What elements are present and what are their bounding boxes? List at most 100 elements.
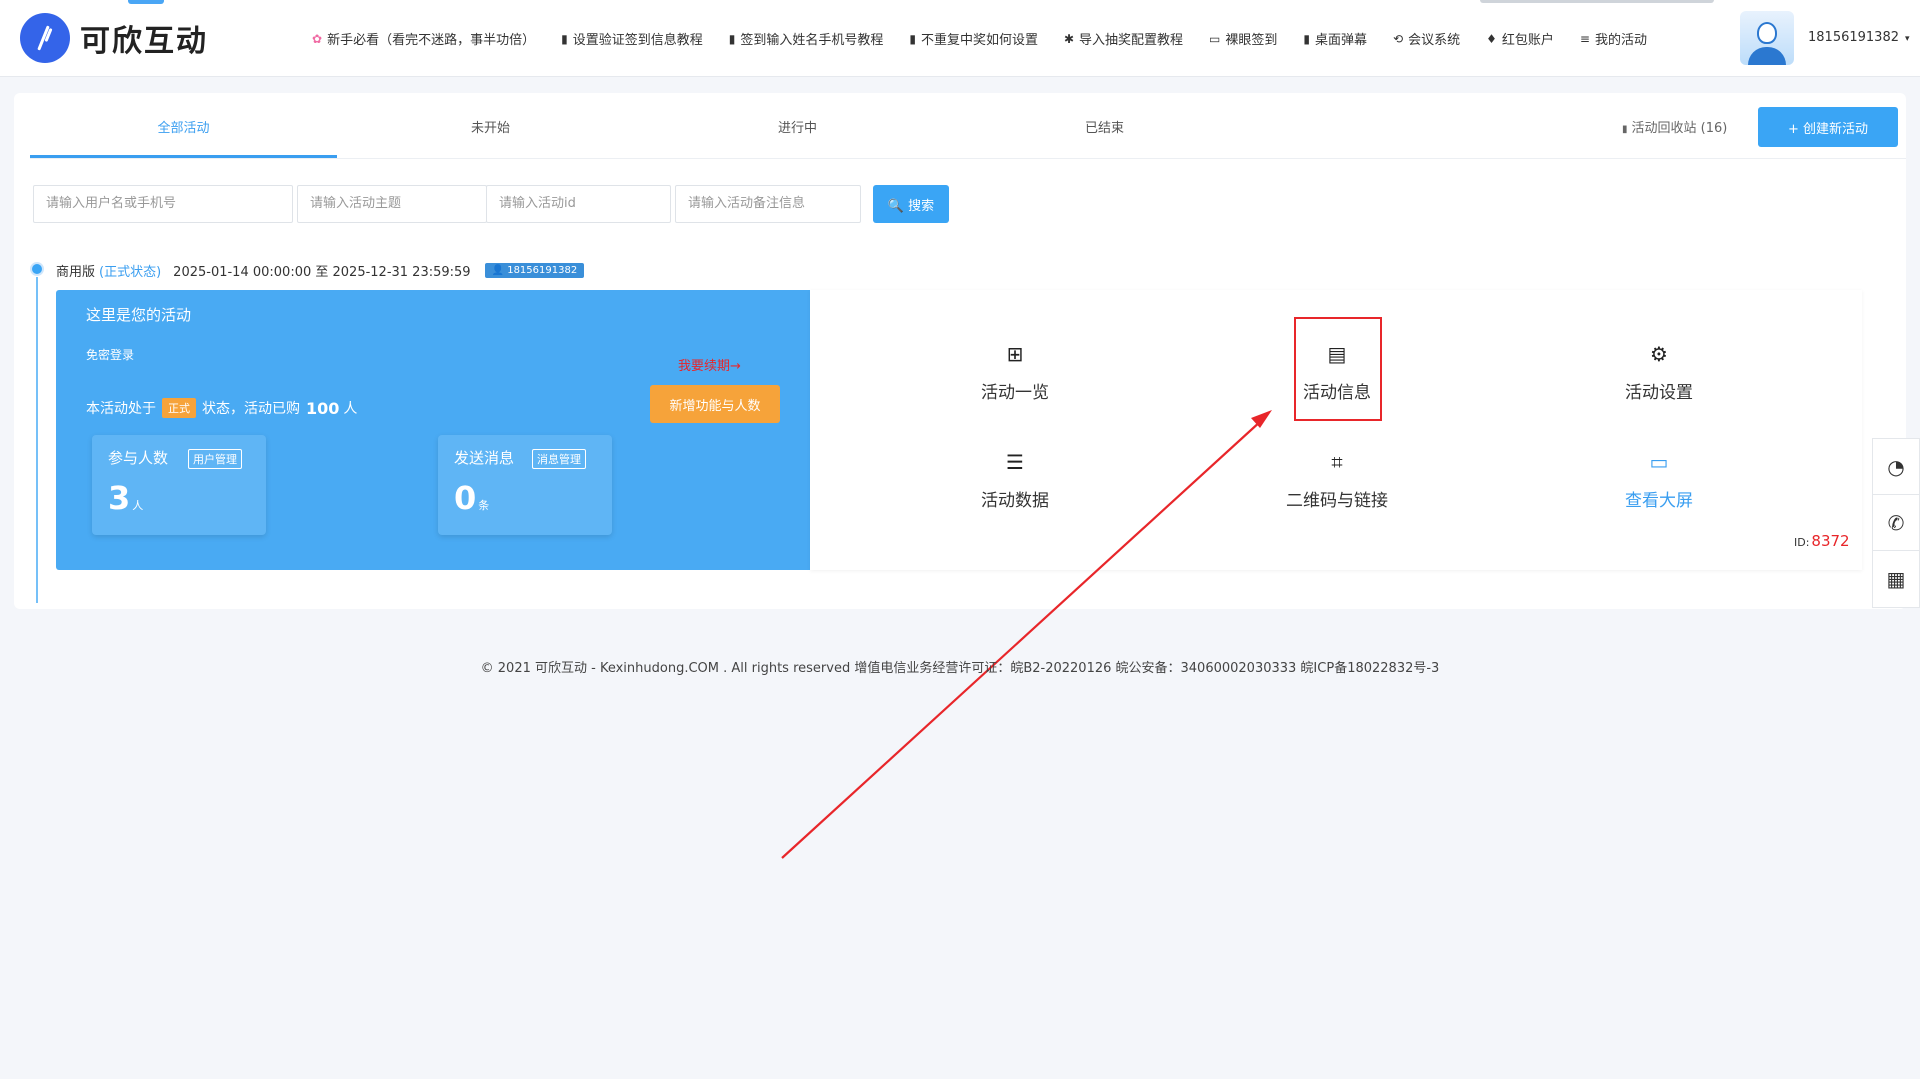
avatar[interactable] — [1740, 11, 1794, 65]
brand-logo[interactable]: 可欣互动 — [20, 13, 208, 63]
purchased-count: 100 — [306, 398, 340, 418]
status-prefix: 本活动处于 — [86, 401, 156, 417]
activity-id-label: ID: — [1794, 536, 1810, 549]
document-icon: ▮ — [1303, 31, 1310, 46]
side-float-toolbar: ◔ ✆ ▦ — [1872, 438, 1920, 608]
highlight-box — [1294, 317, 1382, 421]
activity-meta: 商用版 (正式状态) 2025-01-14 00:00:00 至 2025-12… — [56, 261, 585, 280]
nav-links: ✿ 新手必看（看完不迷路，事半功倍） ▮ 设置验证签到信息教程 ▮ 签到输入姓名手机号… — [312, 29, 1673, 49]
participants-label: 参与人数 — [108, 449, 169, 467]
participants-count: 3人 — [108, 479, 143, 517]
footer-copyright: © 2021 可欣互动 - Kexinhudong.COM . All righ… — [480, 661, 1440, 676]
function-data[interactable]: ☰ 活动数据 — [935, 450, 1095, 511]
function-label: 活动数据 — [981, 491, 1049, 511]
tab-ended[interactable]: 已结束 — [951, 117, 1258, 136]
activity-time: 2025-01-14 00:00:00 至 2025-12-31 23:59:5… — [173, 265, 471, 280]
tabs-divider — [30, 158, 1906, 159]
function-qrcode-link[interactable]: ⌗ 二维码与链接 — [1257, 450, 1417, 511]
nav-link-no-repeat[interactable]: ▮ 不重复中奖如何设置 — [909, 29, 1038, 49]
activity-title: 这里是您的活动 — [86, 306, 192, 324]
nav-link-redpacket[interactable]: ♦ 红包账户 — [1486, 29, 1554, 49]
monitor-icon: ▭ — [1209, 31, 1221, 46]
user-phone: 18156191382 — [1808, 30, 1899, 45]
nav-link-verify-tutorial[interactable]: ▮ 设置验证签到信息教程 — [561, 29, 703, 49]
login-mode: 免密登录 — [86, 348, 135, 362]
gem-icon: ♦ — [1486, 31, 1497, 46]
participants-card: 参与人数 用户管理 3人 — [92, 435, 266, 535]
brand-name: 可欣互动 — [80, 24, 208, 59]
activity-id-value: 8372 — [1811, 532, 1850, 550]
tab-not-started[interactable]: 未开始 — [337, 117, 644, 136]
list-icon: ≡ — [1579, 31, 1590, 46]
recycle-bin-link[interactable]: ▮ 活动回收站 (16) — [1622, 117, 1727, 136]
user-menu[interactable]: 18156191382 ▾ — [1808, 30, 1910, 45]
message-management-button[interactable]: 消息管理 — [532, 449, 586, 469]
nav-link-label: 设置验证签到信息教程 — [572, 33, 703, 48]
user-management-button[interactable]: 用户管理 — [188, 449, 242, 469]
chevron-down-icon: ▾ — [1904, 34, 1910, 44]
gear-icon: ⚙ — [1650, 342, 1668, 366]
nav-link-label: 红包账户 — [1501, 33, 1554, 48]
timeline-line — [36, 277, 38, 603]
function-label: 活动一览 — [981, 383, 1049, 403]
nav-link-newbie[interactable]: ✿ 新手必看（看完不迷路，事半功倍） — [312, 29, 536, 49]
search-note-input[interactable]: 请输入活动备注信息 — [675, 185, 861, 223]
nav-link-label: 不重复中奖如何设置 — [920, 33, 1038, 48]
add-feature-button[interactable]: 新增功能与人数 — [650, 385, 780, 423]
search-theme-input[interactable]: 请输入活动主题 — [297, 185, 487, 223]
document-icon: ▮ — [728, 31, 736, 46]
owner-badge: 👤 18156191382 — [484, 263, 585, 278]
document-icon: ▮ — [561, 31, 568, 46]
activity-status: 本活动处于 正式 状态，活动已购 100 人 — [86, 398, 357, 418]
nav-link-desktop-danmaku[interactable]: ▮ 桌面弹幕 — [1303, 29, 1368, 49]
nav-link-label: 会议系统 — [1408, 33, 1461, 48]
nav-link-signin-tutorial[interactable]: ▮ 签到输入姓名手机号教程 — [728, 29, 884, 49]
qq-icon[interactable]: ◔ — [1873, 439, 1919, 495]
activity-state[interactable]: (正式状态) — [99, 261, 161, 280]
tab-in-progress[interactable]: 进行中 — [644, 117, 951, 136]
participants-value: 3 — [108, 479, 131, 517]
search-button[interactable]: 🔍 搜索 — [873, 185, 949, 223]
renew-link[interactable]: 我要续期→ — [678, 355, 741, 374]
messages-label: 发送消息 — [454, 449, 515, 467]
asterisk-icon: ✱ — [1063, 31, 1075, 46]
messages-unit: 条 — [478, 499, 490, 512]
top-navigation-bar: 可欣互动 ✿ 新手必看（看完不迷路，事半功倍） ▮ 设置验证签到信息教程 ▮ 签到输入… — [0, 0, 1920, 77]
trash-icon: ▮ — [1622, 124, 1628, 135]
nav-link-label: 新手必看（看完不迷路，事半功倍） — [327, 33, 536, 48]
tab-all[interactable]: 全部活动 — [30, 117, 337, 136]
nav-link-label: 桌面弹幕 — [1315, 33, 1368, 48]
phone-icon[interactable]: ✆ — [1873, 495, 1919, 551]
participants-unit: 人 — [132, 499, 144, 512]
top-stub-bar — [1480, 0, 1714, 3]
database-icon: ☰ — [1006, 450, 1024, 474]
function-big-screen[interactable]: ▭ 查看大屏 — [1579, 450, 1739, 511]
function-label: 二维码与链接 — [1286, 491, 1388, 511]
activity-summary-panel: 这里是您的活动 免密登录 我要续期→ 本活动处于 正式 状态，活动已购 100 … — [56, 290, 810, 570]
qrcode-icon[interactable]: ▦ — [1873, 551, 1919, 607]
flower-icon: ✿ — [312, 31, 323, 46]
sync-icon: ⟲ — [1393, 31, 1404, 46]
search-id-input[interactable]: 请输入活动id — [486, 185, 671, 223]
nav-link-label: 我的活动 — [1594, 33, 1647, 48]
messages-count: 0条 — [454, 479, 489, 517]
nav-link-import-lottery[interactable]: ✱ 导入抽奖配置教程 — [1063, 29, 1183, 49]
function-label: 查看大屏 — [1625, 491, 1693, 511]
timeline-dot — [30, 262, 44, 276]
laptop-icon: ▭ — [1649, 450, 1669, 474]
function-label: 活动设置 — [1625, 383, 1693, 403]
function-overview[interactable]: ⊞ 活动一览 — [935, 342, 1095, 403]
activity-edition: 商用版 — [56, 265, 96, 280]
messages-value: 0 — [454, 479, 477, 517]
nav-link-label: 裸眼签到 — [1225, 33, 1278, 48]
nav-link-my-activities[interactable]: ≡ 我的活动 — [1579, 29, 1647, 49]
grid-icon: ⊞ — [1006, 342, 1024, 366]
function-settings[interactable]: ⚙ 活动设置 — [1579, 342, 1739, 403]
nav-link-naked-eye[interactable]: ▭ 裸眼签到 — [1209, 29, 1278, 49]
create-activity-button[interactable]: + 创建新活动 — [1758, 107, 1898, 147]
nav-link-label: 签到输入姓名手机号教程 — [740, 33, 884, 48]
search-user-input[interactable]: 请输入用户名或手机号 — [33, 185, 293, 223]
nav-link-meeting[interactable]: ⟲ 会议系统 — [1393, 29, 1461, 49]
top-stub-tab — [128, 0, 164, 4]
document-icon: ▮ — [909, 31, 916, 46]
